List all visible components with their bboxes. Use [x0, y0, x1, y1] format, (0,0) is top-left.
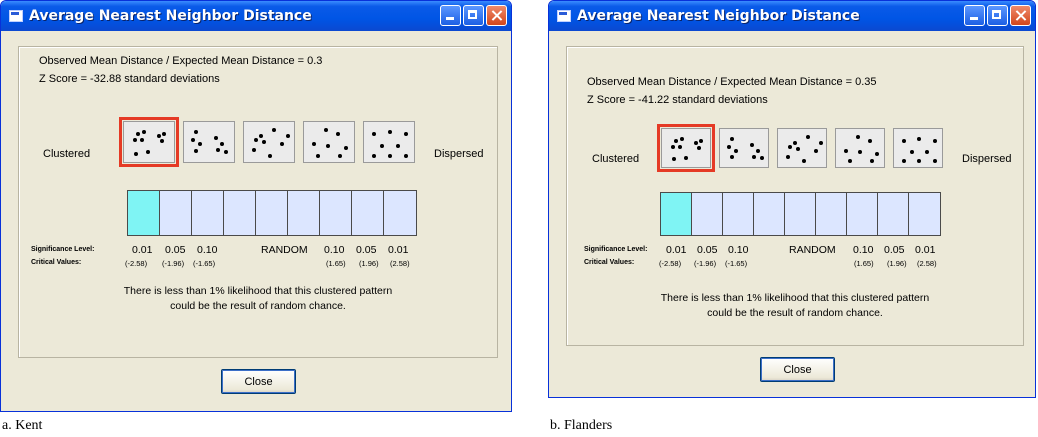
scale-cell-selected: [128, 191, 160, 235]
scale-cell: [192, 191, 224, 235]
significance-scale: [660, 192, 941, 236]
sig-value: 0.01: [132, 244, 153, 256]
maximize-icon[interactable]: [463, 5, 484, 26]
scale-cell: [878, 193, 909, 235]
dispersed-label: Dispersed: [434, 148, 484, 160]
close-button[interactable]: Close: [760, 357, 835, 382]
scale-cell: [909, 193, 940, 235]
critical-value: (1.65): [854, 259, 874, 268]
scale-cell: [785, 193, 816, 235]
critical-value: (2.58): [390, 259, 410, 268]
scale-cell: [160, 191, 192, 235]
critical-value: (-2.58): [659, 259, 682, 268]
panel-flanders: Average Nearest Neighbor Distance Observ…: [548, 0, 1038, 437]
sig-value: 0.05: [165, 244, 186, 256]
critical-value: (-1.96): [694, 259, 717, 268]
pattern-2: [183, 121, 235, 163]
sig-value: 0.10: [853, 244, 874, 256]
sig-value: 0.05: [884, 244, 905, 256]
pattern-2: [719, 128, 769, 168]
scale-cell: [224, 191, 256, 235]
close-icon[interactable]: [486, 5, 507, 26]
selected-pattern-highlight: [657, 124, 715, 172]
window-title: Average Nearest Neighbor Distance: [29, 8, 312, 24]
minimize-icon[interactable]: [964, 5, 985, 26]
result-message-line2: could be the result of random chance.: [170, 300, 346, 312]
z-score-text: Z Score = -41.22 standard deviations: [587, 94, 768, 106]
scale-cell: [816, 193, 847, 235]
pattern-4: [835, 128, 885, 168]
maximize-icon[interactable]: [987, 5, 1008, 26]
scale-cell: [384, 191, 416, 235]
pattern-dispersed: [893, 128, 943, 168]
significance-level-label: Significance Level:: [31, 246, 95, 253]
app-icon: [9, 10, 23, 22]
dialog-window: Average Nearest Neighbor Distance Observ…: [548, 0, 1036, 398]
critical-value: (2.58): [917, 259, 937, 268]
scale-cell: [754, 193, 785, 235]
significance-scale: [127, 190, 417, 236]
random-label: RANDOM: [261, 244, 308, 256]
scale-cell: [847, 193, 878, 235]
figure-caption: b. Flanders: [550, 418, 613, 433]
sig-value: 0.10: [728, 244, 749, 256]
critical-values-label: Critical Values:: [31, 259, 82, 266]
dialog-window: Average Nearest Neighbor Distance Observ…: [0, 0, 512, 412]
critical-value: (-2.58): [125, 259, 148, 268]
figure-caption: a. Kent: [2, 418, 43, 433]
pattern-dispersed: [363, 121, 415, 163]
random-label: RANDOM: [789, 244, 836, 256]
close-icon[interactable]: [1010, 5, 1031, 26]
scale-cell: [320, 191, 352, 235]
z-score-text: Z Score = -32.88 standard deviations: [39, 73, 220, 85]
panel-kent: Average Nearest Neighbor Distance Observ…: [0, 0, 515, 437]
scale-cell: [352, 191, 384, 235]
window-title: Average Nearest Neighbor Distance: [577, 8, 860, 24]
clustered-label: Clustered: [592, 153, 640, 165]
sig-value: 0.05: [697, 244, 718, 256]
minimize-icon[interactable]: [440, 5, 461, 26]
title-bar[interactable]: Average Nearest Neighbor Distance: [1, 1, 511, 31]
pattern-4: [303, 121, 355, 163]
sig-value: 0.05: [356, 244, 377, 256]
sig-value: 0.01: [666, 244, 687, 256]
result-message-line1: There is less than 1% likelihood that th…: [123, 285, 393, 297]
critical-value: (1.96): [359, 259, 379, 268]
significance-level-label: Significance Level:: [584, 246, 648, 253]
scale-cell-selected: [661, 193, 692, 235]
ratio-text: Observed Mean Distance / Expected Mean D…: [587, 76, 877, 88]
sig-value: 0.01: [915, 244, 936, 256]
ratio-text: Observed Mean Distance / Expected Mean D…: [39, 55, 323, 67]
sig-value: 0.10: [197, 244, 218, 256]
scale-cell: [723, 193, 754, 235]
selected-pattern-highlight: [119, 117, 179, 167]
dispersed-label: Dispersed: [962, 153, 1012, 165]
critical-value: (-1.96): [162, 259, 185, 268]
critical-value: (-1.65): [725, 259, 748, 268]
scale-cell: [288, 191, 320, 235]
clustered-label: Clustered: [43, 148, 91, 160]
scale-cell: [692, 193, 723, 235]
sig-value: 0.01: [388, 244, 409, 256]
pattern-3: [243, 121, 295, 163]
critical-values-label: Critical Values:: [584, 259, 635, 266]
result-message-line2: could be the result of random chance.: [707, 307, 883, 319]
title-bar[interactable]: Average Nearest Neighbor Distance: [549, 1, 1035, 31]
critical-value: (-1.65): [193, 259, 216, 268]
critical-value: (1.65): [326, 259, 346, 268]
app-icon: [557, 10, 571, 22]
scale-cell: [256, 191, 288, 235]
close-button[interactable]: Close: [221, 369, 296, 394]
result-message-line1: There is less than 1% likelihood that th…: [660, 292, 930, 304]
critical-value: (1.96): [887, 259, 907, 268]
sig-value: 0.10: [324, 244, 345, 256]
pattern-3: [777, 128, 827, 168]
